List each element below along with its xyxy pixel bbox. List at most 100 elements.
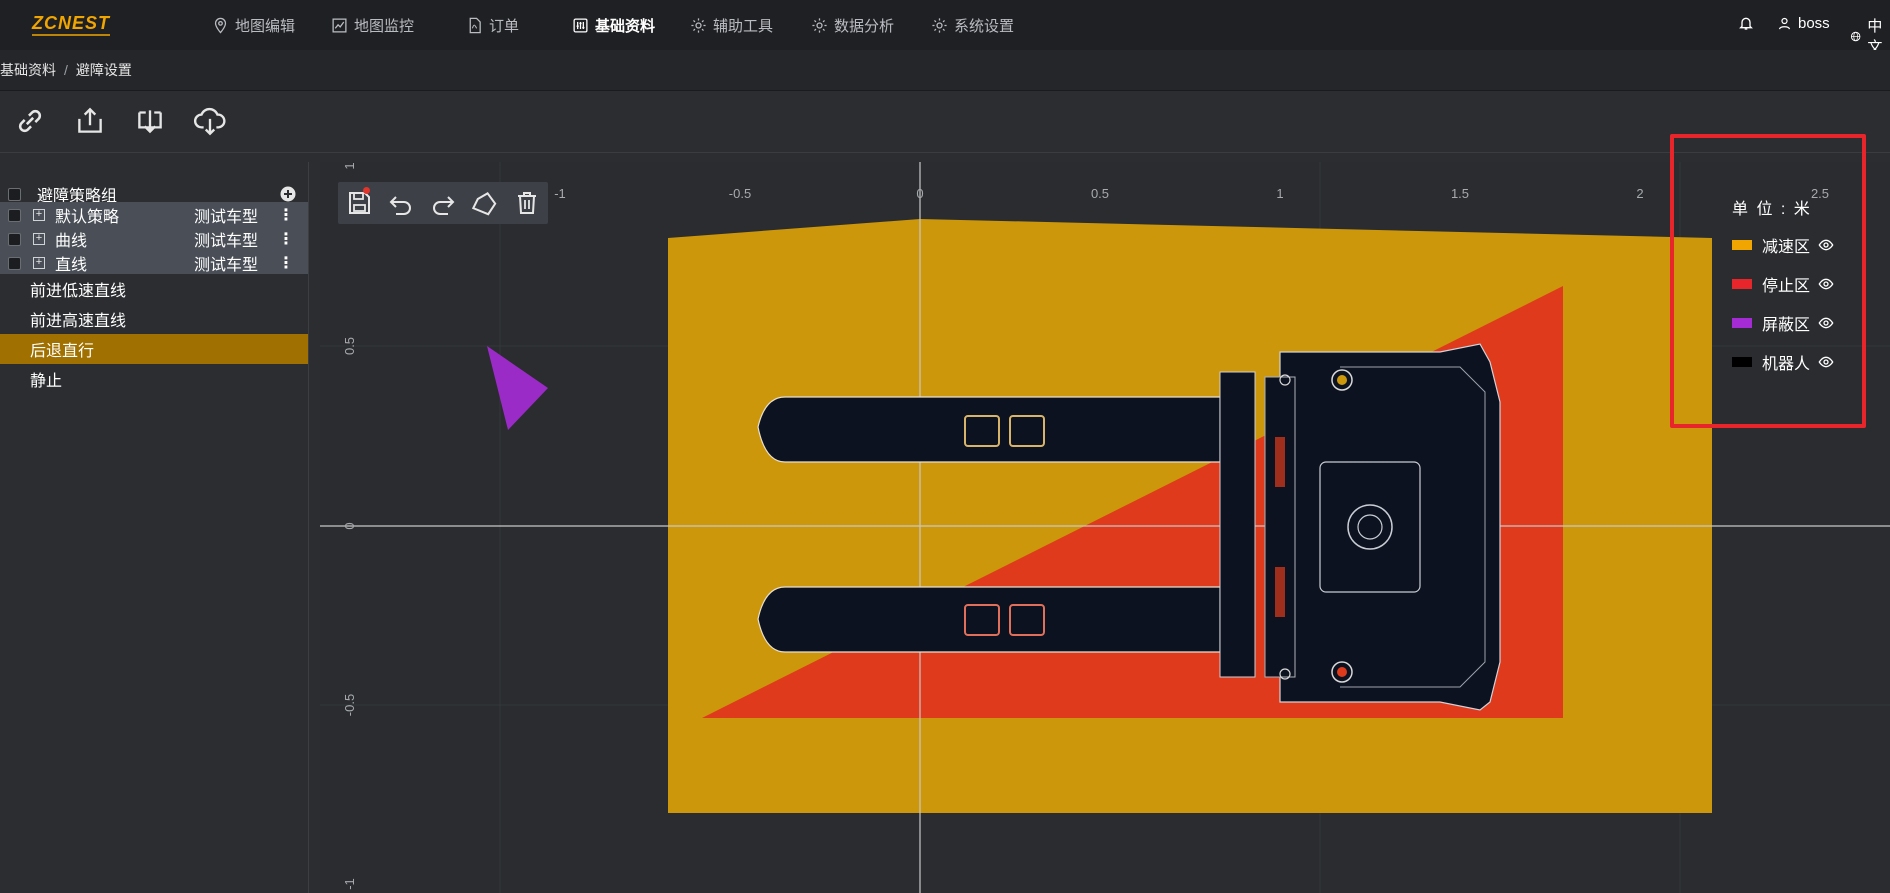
- user-menu[interactable]: boss: [1777, 15, 1830, 32]
- select-all-checkbox[interactable]: [8, 187, 21, 201]
- legend-swatch: [1732, 318, 1752, 328]
- redo-icon: [433, 196, 455, 215]
- link-icon: [18, 109, 42, 133]
- row-checkbox[interactable]: [8, 256, 21, 270]
- vehicle-type: 测试车型: [194, 209, 259, 226]
- strategy-item[interactable]: 静止: [0, 364, 308, 394]
- polygon-icon: [471, 192, 497, 216]
- x-tick-label: 0: [916, 186, 923, 201]
- sidebar: 避障策略组 + 默认策略 测试车型 ⋮ + 曲线 测试车型 ⋮ + 直线 测试车…: [0, 162, 309, 893]
- gear-icon: [812, 17, 827, 33]
- legend-mask-zone: 屏蔽区: [1732, 312, 1834, 334]
- nav-label: 系统设置: [954, 17, 1015, 35]
- strategy-item-selected[interactable]: 后退直行: [0, 334, 308, 364]
- undo-icon: [389, 196, 411, 215]
- nav-label: 地图监控: [354, 17, 415, 35]
- user-icon: [1778, 17, 1791, 30]
- legend-swatch: [1732, 279, 1752, 289]
- mask-zone[interactable]: [487, 346, 548, 430]
- zone-canvas[interactable]: -1 -0.5 0 0.5 1 1.5 2 2.5 1 0.5 0 -0.5 -…: [320, 162, 1890, 893]
- undo-button[interactable]: [380, 182, 422, 224]
- logo[interactable]: ZCNEST: [30, 12, 120, 38]
- breadcrumb: 基础资料 / 避障设置: [0, 50, 1890, 91]
- legend-label: 屏蔽区: [1762, 317, 1811, 334]
- cloud-download-icon: [193, 107, 226, 136]
- polygon-tool-button[interactable]: [464, 182, 506, 224]
- legend-label: 机器人: [1762, 356, 1811, 373]
- x-ticks: -1 -0.5 0 0.5 1 1.5 2 2.5: [554, 186, 1829, 201]
- y-tick-label: 1: [342, 162, 357, 169]
- expand-icon[interactable]: +: [33, 233, 45, 245]
- breadcrumb-root[interactable]: 基础资料: [0, 60, 56, 80]
- gear-icon: [932, 17, 947, 33]
- unit-label: 单 位 : 米: [1732, 201, 1812, 218]
- download-icon: [138, 110, 162, 134]
- row-checkbox[interactable]: [8, 208, 21, 222]
- import-button[interactable]: [130, 101, 170, 141]
- legend-label: 停止区: [1762, 278, 1811, 295]
- strategy-item[interactable]: 前进高速直线: [0, 304, 308, 334]
- y-tick-label: -1: [342, 878, 357, 890]
- strategy-group-row[interactable]: + 曲线 测试车型 ⋮: [0, 227, 308, 251]
- legend-robot: 机器人: [1732, 351, 1834, 373]
- link-button[interactable]: [10, 101, 50, 141]
- nav-label: 订单: [489, 17, 520, 35]
- map-pin-icon: [214, 17, 227, 34]
- strategy-item[interactable]: 前进低速直线: [0, 274, 308, 304]
- breadcrumb-current: 避障设置: [75, 62, 132, 78]
- vehicle-type: 测试车型: [194, 257, 259, 274]
- strategy-item-label: 前进低速直线: [30, 283, 127, 300]
- upload-icon: [78, 107, 102, 133]
- draw-toolbar: [338, 182, 548, 224]
- nav-aux-tools[interactable]: 辅助工具: [690, 15, 773, 35]
- legend-swatch: [1732, 240, 1752, 250]
- strategy-item-label: 前进高速直线: [30, 313, 127, 330]
- nav-data-analysis[interactable]: 数据分析: [811, 15, 894, 35]
- nav-orders[interactable]: 订单: [466, 15, 519, 35]
- group-label: 直线: [55, 257, 88, 274]
- toolbar: [0, 91, 1890, 153]
- nav-map-monitor[interactable]: 地图监控: [331, 15, 414, 35]
- eye-icon[interactable]: [1818, 276, 1834, 292]
- chart-icon: [332, 17, 347, 33]
- x-tick-label: -1: [554, 186, 566, 201]
- export-button[interactable]: [70, 101, 110, 141]
- eye-icon[interactable]: [1818, 237, 1834, 253]
- more-icon[interactable]: ⋮: [278, 253, 294, 273]
- logo-text: ZCNEST: [31, 13, 111, 33]
- x-tick-label: 1.5: [1451, 186, 1469, 201]
- canvas-svg: -1 -0.5 0 0.5 1 1.5 2 2.5 1 0.5 0 -0.5 -…: [320, 162, 1890, 893]
- nav-label: 数据分析: [834, 17, 895, 35]
- nav-map-edit[interactable]: 地图编辑: [212, 15, 295, 35]
- strategy-group-row[interactable]: + 直线 测试车型 ⋮: [0, 251, 308, 275]
- save-button[interactable]: [338, 182, 380, 224]
- y-tick-label: 0.5: [342, 337, 357, 355]
- legend-slow-zone: 减速区: [1732, 234, 1834, 256]
- eye-icon[interactable]: [1818, 354, 1834, 370]
- nav-label: 地图编辑: [235, 17, 296, 35]
- nav-basic-data[interactable]: 基础资料: [572, 15, 655, 35]
- sliders-icon: [573, 17, 588, 33]
- strategy-item-label: 静止: [30, 373, 63, 390]
- notification-button[interactable]: [1738, 15, 1754, 31]
- delete-button[interactable]: [506, 182, 548, 224]
- strategy-item-label: 后退直行: [30, 343, 95, 360]
- bell-icon: [1739, 17, 1753, 30]
- redo-button[interactable]: [422, 182, 464, 224]
- breadcrumb-separator: /: [64, 62, 68, 78]
- cloud-download-button[interactable]: [190, 101, 230, 141]
- more-icon[interactable]: ⋮: [278, 229, 294, 249]
- x-tick-label: -0.5: [729, 186, 751, 201]
- x-tick-label: 1: [1276, 186, 1283, 201]
- save-icon: [349, 192, 370, 214]
- more-icon[interactable]: ⋮: [278, 205, 294, 225]
- row-checkbox[interactable]: [8, 232, 21, 246]
- add-circle-icon[interactable]: [280, 186, 296, 202]
- nav-system-settings[interactable]: 系统设置: [931, 15, 1014, 35]
- eye-icon[interactable]: [1818, 315, 1834, 331]
- strategy-group-row[interactable]: + 默认策略 测试车型 ⋮: [0, 203, 308, 227]
- unsaved-indicator: [363, 187, 370, 194]
- expand-icon[interactable]: +: [33, 257, 45, 269]
- expand-icon[interactable]: +: [33, 209, 45, 221]
- y-tick-label: -0.5: [342, 694, 357, 716]
